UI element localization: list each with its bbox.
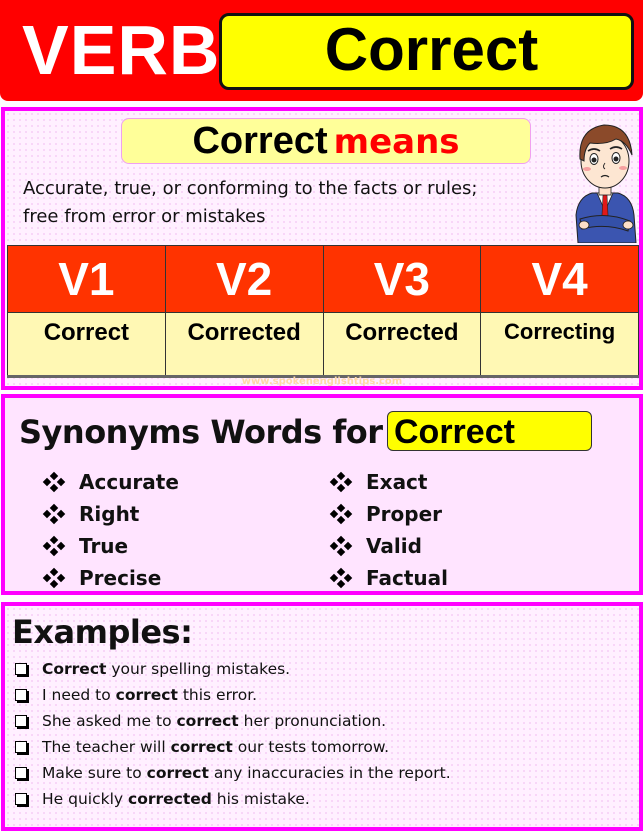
checkbox-bullet-icon xyxy=(15,715,27,727)
means-word: Correct xyxy=(192,120,328,162)
example-item: Correct your spelling mistakes. xyxy=(13,656,451,682)
example-keyword: correct xyxy=(170,738,233,756)
form-header-v1: V1 xyxy=(7,245,166,313)
meaning-panel: Correct means Accurate, true, or conformi… xyxy=(1,107,643,390)
example-item: Make sure to correct any inaccuracies in… xyxy=(13,760,451,786)
form-header-v4: V4 xyxy=(480,245,639,313)
synonym-item: Accurate xyxy=(42,466,179,498)
form-value-v1: Correct xyxy=(7,312,166,378)
definition-line-2: free from error or mistakes xyxy=(23,206,266,227)
example-keyword: correct xyxy=(146,764,209,782)
header-banner: VERB Correct xyxy=(0,0,643,101)
diamond-bullet-icon xyxy=(329,471,353,493)
synonym-word: Valid xyxy=(366,534,422,558)
means-title-box: Correct means xyxy=(121,118,531,164)
form-header-v2: V2 xyxy=(164,245,324,313)
checkbox-bullet-icon xyxy=(15,741,27,753)
form-value-v2: Corrected xyxy=(164,312,324,378)
example-item: I need to correct this error. xyxy=(13,682,451,708)
example-after: our tests tomorrow. xyxy=(232,738,390,756)
diamond-bullet-icon xyxy=(42,535,66,557)
watermark: www.spokenenglishtips.com xyxy=(241,376,403,387)
example-keyword: Correct xyxy=(42,660,107,678)
synonym-item: Proper xyxy=(329,498,448,530)
examples-panel: Examples: Correct your spelling mistakes… xyxy=(1,602,643,831)
example-item: He quickly corrected his mistake. xyxy=(13,786,451,812)
examples-list: Correct your spelling mistakes. I need t… xyxy=(13,656,451,812)
synonym-word: Proper xyxy=(366,502,443,526)
example-keyword: correct xyxy=(176,712,239,730)
synonym-item: Exact xyxy=(329,466,448,498)
synonyms-panel: Synonyms Words for Correct Accurate Righ… xyxy=(1,394,643,595)
synonyms-title: Synonyms Words for xyxy=(19,413,383,451)
synonyms-word: Correct xyxy=(394,413,515,451)
example-item: She asked me to correct her pronunciatio… xyxy=(13,708,451,734)
form-value-v4: Correcting xyxy=(480,312,639,378)
form-header-v3: V3 xyxy=(322,245,482,313)
synonym-word: Precise xyxy=(79,566,162,590)
examples-title: Examples: xyxy=(12,613,193,651)
synonym-word: Exact xyxy=(366,470,428,494)
diamond-bullet-icon xyxy=(329,535,353,557)
example-keyword: correct xyxy=(115,686,178,704)
definition-line-1: Accurate, true, or conforming to the fac… xyxy=(23,178,478,199)
diamond-bullet-icon xyxy=(329,503,353,525)
diamond-bullet-icon xyxy=(329,567,353,589)
example-before: She asked me to xyxy=(42,712,177,730)
means-suffix: means xyxy=(333,122,460,162)
verb-forms-table: V1 V2 V3 V4 Correct Corrected Corrected … xyxy=(7,245,639,378)
example-after: her pronunciation. xyxy=(238,712,387,730)
checkbox-bullet-icon xyxy=(15,793,27,805)
definition: Accurate, true, or conforming to the fac… xyxy=(23,175,563,231)
synonym-word: True xyxy=(79,534,129,558)
synonym-item: True xyxy=(42,530,179,562)
synonym-word: Right xyxy=(79,502,140,526)
synonyms-list-right: Exact Proper Valid Factual xyxy=(329,466,448,594)
word-box: Correct xyxy=(219,13,634,90)
example-after: your spelling mistakes. xyxy=(106,660,291,678)
example-keyword: corrected xyxy=(128,790,212,808)
synonyms-list-left: Accurate Right True Precise xyxy=(42,466,179,594)
synonym-word: Factual xyxy=(366,566,448,590)
verb-forms-header-row: V1 V2 V3 V4 xyxy=(7,245,639,313)
header-word: Correct xyxy=(324,16,539,83)
example-after: this error. xyxy=(177,686,258,704)
form-value-v3: Corrected xyxy=(322,312,482,378)
diamond-bullet-icon xyxy=(42,503,66,525)
example-before: I need to xyxy=(42,686,116,704)
synonym-item: Valid xyxy=(329,530,448,562)
synonym-word: Accurate xyxy=(79,470,179,494)
example-after: any inaccuracies in the report. xyxy=(208,764,451,782)
synonyms-word-box: Correct xyxy=(387,411,592,451)
example-after: his mistake. xyxy=(211,790,310,808)
example-before: The teacher will xyxy=(42,738,171,756)
checkbox-bullet-icon xyxy=(15,767,27,779)
example-item: The teacher will correct our tests tomor… xyxy=(13,734,451,760)
diamond-bullet-icon xyxy=(42,567,66,589)
synonym-item: Factual xyxy=(329,562,448,594)
synonym-item: Right xyxy=(42,498,179,530)
checkbox-bullet-icon xyxy=(15,663,27,675)
diamond-bullet-icon xyxy=(42,471,66,493)
thinking-businessman-icon xyxy=(575,124,637,243)
synonym-item: Precise xyxy=(42,562,179,594)
checkbox-bullet-icon xyxy=(15,689,27,701)
example-before: Make sure to xyxy=(42,764,147,782)
example-before: He quickly xyxy=(42,790,128,808)
verb-forms-value-row: Correct Corrected Corrected Correcting xyxy=(7,312,639,378)
